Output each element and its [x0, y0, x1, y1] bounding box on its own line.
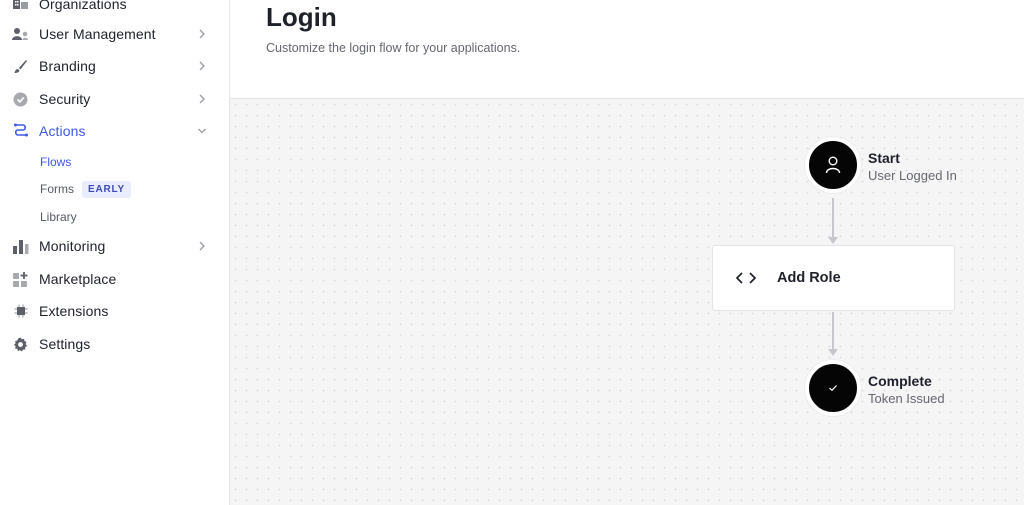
chevron-down-icon [198, 128, 206, 134]
sidebar-item-label: Marketplace [39, 271, 117, 287]
chevron-right-icon [199, 29, 205, 39]
sidebar-item-label: Monitoring [39, 238, 106, 254]
sidebar-item-marketplace[interactable]: Marketplace [0, 265, 229, 293]
marketplace-icon [12, 271, 29, 288]
sidebar-item-label: Security [39, 91, 91, 107]
complete-node-title: Complete [868, 373, 932, 389]
check-icon [829, 385, 837, 392]
sidebar-item-label: Actions [39, 123, 86, 139]
sidebar-item-security[interactable]: Security [0, 85, 229, 113]
shield-check-icon [12, 91, 29, 108]
sidebar-item-label: Settings [39, 336, 91, 352]
early-badge: EARLY [82, 180, 131, 198]
arrow-down-icon [828, 349, 838, 356]
sidebar-item-monitoring[interactable]: Monitoring [0, 232, 229, 260]
page-header: Login Customize the login flow for your … [230, 0, 1024, 99]
sidebar-item-extensions[interactable]: Extensions [0, 297, 229, 325]
code-icon [735, 272, 757, 284]
complete-node[interactable] [805, 360, 861, 416]
flow-connector [832, 312, 834, 350]
sidebar-item-label: Branding [39, 58, 96, 74]
brush-icon [12, 58, 29, 75]
sidebar-item-label: Extensions [39, 303, 109, 319]
start-node-subtitle: User Logged In [868, 168, 957, 183]
sidebar-subitem-forms[interactable]: Forms EARLY [40, 178, 131, 200]
subitem-label: Flows [40, 155, 72, 169]
start-node-title: Start [868, 150, 900, 166]
sidebar-item-label: Organizations [39, 0, 127, 12]
chevron-right-icon [199, 61, 205, 71]
subitem-label: Library [40, 210, 77, 224]
chevron-right-icon [199, 94, 205, 104]
actions-flow-icon [12, 123, 29, 140]
gear-icon [12, 336, 29, 353]
sidebar-item-label: User Management [39, 26, 156, 42]
sidebar-subitem-library[interactable]: Library [40, 206, 77, 228]
sidebar-item-actions[interactable]: Actions [0, 117, 229, 145]
users-icon [12, 26, 29, 43]
page-title: Login [266, 2, 337, 32]
organizations-icon [12, 0, 29, 13]
chip-icon [12, 303, 29, 320]
bar-chart-icon [12, 238, 29, 255]
flow-connector [832, 198, 834, 238]
complete-node-subtitle: Token Issued [868, 391, 945, 406]
sidebar-item-user-management[interactable]: User Management [0, 20, 229, 48]
subitem-label: Forms [40, 182, 74, 196]
chevron-right-icon [199, 241, 205, 251]
user-icon [825, 156, 841, 174]
start-node[interactable] [805, 137, 861, 193]
sidebar-item-organizations[interactable]: Organizations [0, 0, 229, 18]
action-label: Add Role [777, 270, 841, 286]
sidebar-item-branding[interactable]: Branding [0, 52, 229, 80]
sidebar: Organizations User Management Branding S… [0, 0, 230, 505]
arrow-down-icon [828, 237, 838, 244]
action-card-add-role[interactable]: Add Role [712, 245, 955, 311]
sidebar-subitem-flows[interactable]: Flows [40, 151, 71, 173]
page-description: Customize the login flow for your applic… [266, 41, 521, 55]
sidebar-item-settings[interactable]: Settings [0, 330, 229, 358]
